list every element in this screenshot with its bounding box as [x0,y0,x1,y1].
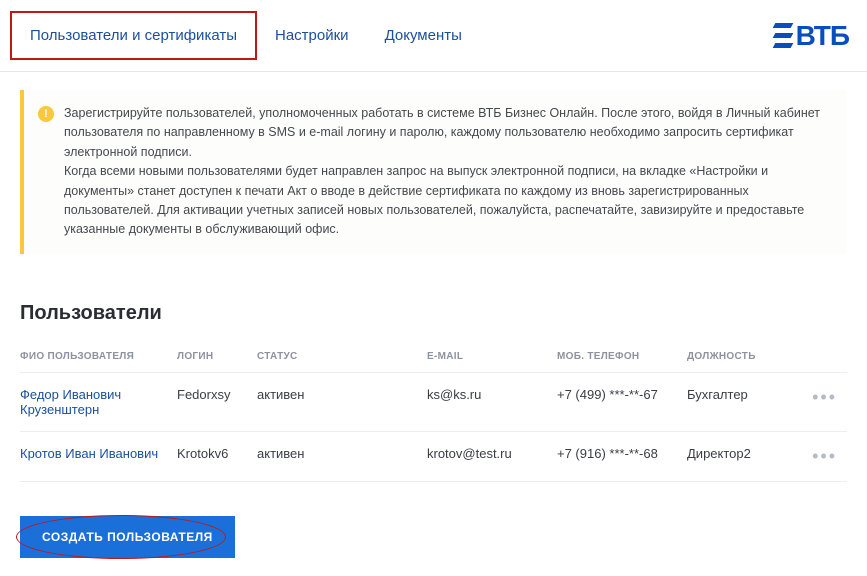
th-position: ДОЛЖНОСТЬ [687,343,807,373]
create-user-button[interactable]: СОЗДАТЬ ПОЛЬЗОВАТЕЛЯ [20,516,235,558]
create-user-row: СОЗДАТЬ ПОЛЬЗОВАТЕЛЯ [20,516,847,558]
user-status: активен [257,431,427,481]
user-name-link[interactable]: Кротов Иван Иванович [20,446,158,461]
row-actions-icon[interactable]: ••• [812,387,837,407]
user-name-link[interactable]: Федор Иванович Крузенштерн [20,387,121,417]
row-actions-icon[interactable]: ••• [812,446,837,466]
user-status: активен [257,372,427,431]
top-bar: Пользователи и сертификаты Настройки Док… [0,0,867,72]
tab-settings[interactable]: Настройки [257,13,367,58]
th-status: СТАТУС [257,343,427,373]
table-row: Кротов Иван Иванович Krotokv6 активен kr… [20,431,847,481]
user-phone: +7 (916) ***-**-68 [557,431,687,481]
section-title-users: Пользователи [20,302,847,325]
users-table: ФИО ПОЛЬЗОВАТЕЛЯ ЛОГИН СТАТУС E-MAIL МОБ… [20,343,847,482]
user-login: Fedorxsy [177,372,257,431]
user-email: krotov@test.ru [427,431,557,481]
th-name: ФИО ПОЛЬЗОВАТЕЛЯ [20,343,177,373]
th-phone: МОБ. ТЕЛЕФОН [557,343,687,373]
user-position: Бухгалтер [687,372,807,431]
tabs: Пользователи и сертификаты Настройки Док… [0,0,480,71]
user-position: Директор2 [687,431,807,481]
logo-stripes-icon [774,23,792,48]
table-row: Федор Иванович Крузенштерн Fedorxsy акти… [20,372,847,431]
user-phone: +7 (499) ***-**-67 [557,372,687,431]
user-email: ks@ks.ru [427,372,557,431]
tab-documents[interactable]: Документы [367,13,480,58]
warning-icon: ! [38,106,54,122]
logo: ВТБ [774,20,849,52]
user-login: Krotokv6 [177,431,257,481]
th-email: E-MAIL [427,343,557,373]
info-text: Зарегистрируйте пользователей, уполномоч… [64,104,831,240]
th-actions [807,343,847,373]
logo-text: ВТБ [796,20,849,52]
tab-users-certificates[interactable]: Пользователи и сертификаты [10,11,257,60]
content-area: ! Зарегистрируйте пользователей, уполном… [0,72,867,576]
info-box: ! Зарегистрируйте пользователей, уполном… [20,90,847,254]
th-login: ЛОГИН [177,343,257,373]
